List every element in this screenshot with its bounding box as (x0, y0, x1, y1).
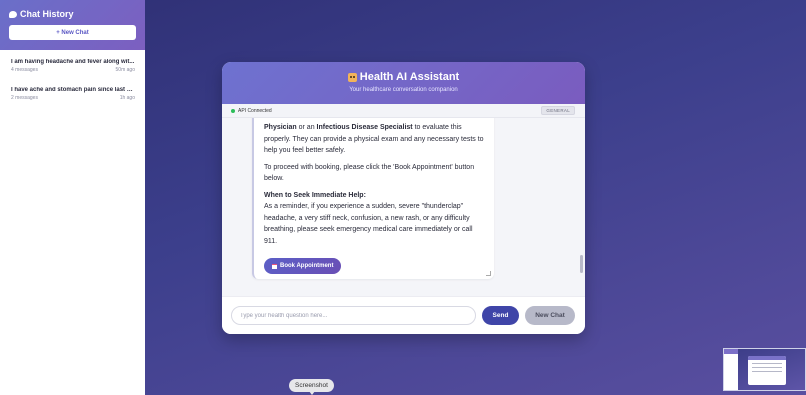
connection-status: API Connected (231, 108, 272, 114)
history-item-title: I have ache and stomach pain since last … (11, 87, 135, 93)
history-item-count: 2 messages (11, 95, 38, 101)
assistant-subtitle: Your healthcare conversation companion (349, 87, 458, 93)
thumbnail-sidebar-header (724, 349, 738, 354)
sidebar-new-chat-button[interactable]: + New Chat (9, 25, 136, 40)
thumbnail-line (752, 363, 782, 364)
send-button[interactable]: Send (482, 306, 519, 325)
status-bar: API Connected GENERAL (222, 104, 585, 118)
sidebar-title: Chat History (9, 8, 136, 20)
assistant-title: Health AI Assistant (222, 71, 585, 83)
message-paragraph: To proceed with booking, please click th… (264, 163, 475, 183)
health-question-input[interactable] (231, 306, 476, 325)
new-chat-button[interactable]: New Chat (525, 306, 575, 325)
tooltip-arrow (309, 391, 315, 395)
assistant-card: Health AI Assistant Your healthcare conv… (222, 62, 585, 334)
history-item-time: 1h ago (119, 95, 135, 101)
history-item-meta: 4 messages 50m ago (11, 67, 135, 73)
thumbnail-card (748, 356, 786, 385)
robot-icon (347, 72, 357, 82)
message-paragraph: When to Seek Immediate Help: As a remind… (264, 190, 486, 248)
book-appointment-button[interactable]: Book Appointment (264, 258, 342, 274)
chat-history-sidebar: Chat History + New Chat I am having head… (0, 0, 145, 395)
screenshot-thumbnail[interactable] (723, 348, 806, 391)
message-paragraph: Physician or an Infectious Disease Speci… (264, 122, 486, 157)
history-item-time: 50m ago (115, 67, 135, 73)
chat-history-list: I am having headache and fever along wit… (0, 50, 145, 105)
thumbnail-card-header (748, 356, 786, 360)
assistant-message: Physician or an Infectious Disease Speci… (252, 118, 494, 279)
connection-status-text: API Connected (238, 107, 272, 114)
thumbnail-line (752, 367, 782, 368)
message-text: or an (296, 124, 317, 131)
history-item-count: 4 messages (11, 67, 38, 73)
assistant-title-text: Health AI Assistant (359, 71, 460, 83)
calendar-icon (272, 263, 277, 269)
scrollbar[interactable] (580, 255, 583, 273)
status-dot-icon (231, 108, 235, 113)
book-appointment-label: Book Appointment (280, 263, 334, 269)
message-bold: Physician (264, 124, 297, 131)
message-area[interactable]: Physician or an Infectious Disease Speci… (222, 118, 585, 296)
history-item[interactable]: I am having headache and fever along wit… (0, 56, 145, 77)
thumbnail-sidebar (724, 349, 738, 390)
history-item[interactable]: I have ache and stomach pain since last … (0, 84, 145, 105)
sidebar-title-text: Chat History (20, 9, 74, 19)
history-item-title: I am having headache and fever along wit… (11, 59, 135, 65)
history-item-meta: 2 messages 1h ago (11, 95, 135, 101)
thumbnail-line (752, 371, 782, 372)
assistant-header: Health AI Assistant Your healthcare conv… (222, 62, 585, 104)
composer: Send New Chat (222, 296, 585, 334)
message-heading: When to Seek Immediate Help: (264, 191, 366, 199)
chat-bubble-icon (9, 10, 17, 18)
sidebar-header: Chat History + New Chat (0, 0, 145, 50)
resize-grip-icon[interactable] (486, 271, 491, 276)
category-badge: GENERAL (541, 106, 575, 115)
message-bold: Infectious Disease Specialist (316, 124, 413, 131)
message-text: As a reminder, if you experience a sudde… (264, 203, 473, 245)
